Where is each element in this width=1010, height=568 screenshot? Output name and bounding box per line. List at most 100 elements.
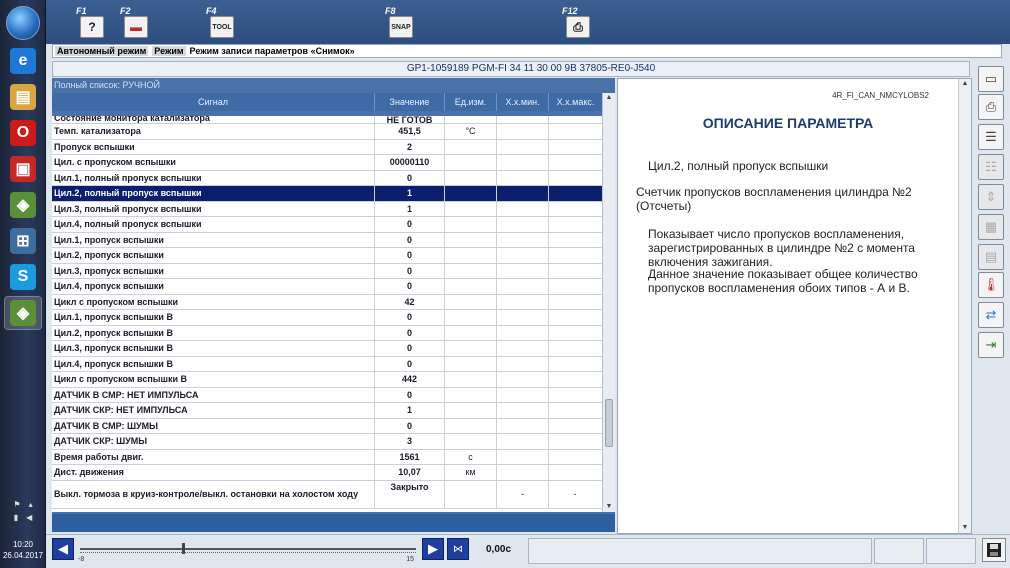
list-select-icon[interactable]: ☰ — [978, 124, 1004, 150]
row-max — [549, 341, 601, 356]
taskbar-explorer-button[interactable]: ▤ — [4, 80, 42, 114]
header-signal[interactable]: Сигнал — [52, 93, 375, 111]
taskbar-app-red-button[interactable]: ▣ — [4, 152, 42, 186]
table-row[interactable]: Цил.1, пропуск вспышки B0 — [52, 310, 602, 326]
flag-icon[interactable]: ⚑ — [13, 500, 20, 509]
table-row[interactable]: Цил.2, пропуск вспышки 0 — [52, 248, 602, 264]
row-min — [497, 372, 549, 387]
prev-frame-button[interactable]: ◀ — [52, 538, 74, 560]
row-max — [549, 434, 601, 449]
save-icon[interactable] — [982, 538, 1006, 562]
row-max — [549, 233, 601, 248]
f2-vehicle-button[interactable]: F2 ▬ — [118, 6, 150, 40]
row-signal: ДАТЧИК В СМР: НЕТ ИМПУЛЬСА — [52, 387, 375, 402]
header-min[interactable]: Х.х.мин. — [497, 93, 549, 111]
row-signal: Цил.4, пропуск вспышки B — [52, 356, 375, 371]
header-value[interactable]: Значение — [375, 93, 445, 111]
scroll-down-icon[interactable]: ▼ — [604, 502, 614, 512]
table-row[interactable]: Темп. катализатора 451,5 °C — [52, 124, 602, 140]
slider-max-label: 15 — [406, 556, 414, 563]
list-scrollbar[interactable]: ▲ ▼ — [602, 93, 615, 512]
desc-scroll-down-icon[interactable]: ▼ — [960, 523, 970, 533]
table-row[interactable]: Цил.4, полный пропуск вспышки 0 — [52, 217, 602, 233]
parameter-name: Цил.2, полный пропуск вспышки — [648, 159, 829, 173]
table-row[interactable]: Цил.2, пропуск вспышки B0 — [52, 325, 602, 341]
table-row[interactable]: Пропуск вспышки 2 — [52, 139, 602, 155]
next-frame-button[interactable]: ▶ — [422, 538, 444, 560]
header-max[interactable]: Х.х.макс. — [549, 93, 602, 111]
slider-knob[interactable] — [182, 543, 186, 554]
scroll-up-icon[interactable]: ▲ — [604, 93, 614, 103]
table-row[interactable]: Состояние монитора катализатора НЕ ГОТОВ — [52, 116, 602, 124]
jump-trigger-button[interactable]: ⋈ — [447, 538, 469, 560]
desc-scroll-up-icon[interactable]: ▲ — [960, 79, 970, 89]
row-max: - — [573, 489, 577, 499]
row-value: 1561 — [375, 449, 445, 464]
row-unit — [445, 116, 497, 123]
row-unit — [445, 418, 497, 433]
table-row[interactable]: ДАТЧИК СКР: ШУМЫ 3 — [52, 434, 602, 450]
description-scrollbar[interactable]: ▲ ▼ — [958, 79, 971, 533]
list-view-icon[interactable]: ☷ — [978, 154, 1004, 180]
row-unit — [445, 310, 497, 325]
f12-print-button[interactable]: F12 ⎙ — [560, 6, 592, 40]
row-value: 0 — [375, 341, 445, 356]
table-row[interactable]: Цил.4, пропуск вспышки 0 — [52, 279, 602, 295]
f4-label: F4 — [206, 6, 217, 16]
clock-date[interactable]: 26.04.2017 — [0, 551, 46, 560]
clock-time[interactable]: 10:20 — [0, 540, 46, 549]
table-row[interactable]: Цил.1, пропуск вспышки 0 — [52, 232, 602, 248]
car-icon: ▬ — [124, 16, 148, 38]
taskbar-skype-button[interactable]: S — [4, 260, 42, 294]
grid-icon[interactable]: ▦ — [978, 214, 1004, 240]
volume-icon[interactable]: ◀ — [26, 513, 32, 522]
table-row[interactable]: Дист. движения 10,07 км — [52, 465, 602, 481]
sort-icon[interactable]: ⇕ — [978, 184, 1004, 210]
row-max — [549, 116, 601, 123]
table-row[interactable]: Цикл с пропуском вспышки B 442 — [52, 372, 602, 388]
table-row[interactable]: Цил.3, полный пропуск вспышки 1 — [52, 201, 602, 217]
printer-icon[interactable]: ⎙ — [978, 94, 1004, 120]
row-unit — [445, 170, 497, 185]
table-row[interactable]: ДАТЧИК В СМР: НЕТ ИМПУЛЬСА 0 — [52, 387, 602, 403]
table-row[interactable]: Цил.3, пропуск вспышки 0 — [52, 263, 602, 279]
table-row[interactable]: Цил.1, полный пропуск вспышки 0 — [52, 170, 602, 186]
f4-tool-button[interactable]: F4 TOOL — [204, 6, 236, 40]
open-folder-icon[interactable]: ▭ — [978, 66, 1004, 92]
scroll-thumb[interactable] — [605, 399, 613, 447]
start-button[interactable] — [6, 6, 40, 40]
slider-min-label: -8 — [78, 556, 85, 563]
table-row[interactable]: Цил.4, пропуск вспышки B0 — [52, 356, 602, 372]
taskbar-network-tool-button[interactable]: ⊞ — [4, 224, 42, 258]
taskbar-hds-active-button[interactable]: ◈ — [4, 296, 42, 330]
thermometer-icon[interactable]: 🌡 — [978, 272, 1004, 298]
row-unit: с — [445, 449, 497, 464]
table-row[interactable]: Цикл с пропуском вспышки 42 — [52, 294, 602, 310]
taskbar-opera-button[interactable]: O — [4, 116, 42, 150]
row-value: 42 — [375, 294, 445, 309]
graph-icon[interactable]: ▤ — [978, 244, 1004, 270]
f8-snap-button[interactable]: F8 SNAP — [383, 6, 415, 40]
mode-standalone[interactable]: Автономный режим — [55, 46, 149, 56]
table-row[interactable]: ДАТЧИК СКР: НЕТ ИМПУЛЬСА 1 — [52, 403, 602, 419]
export-icon[interactable]: ⇄ — [978, 302, 1004, 328]
taskbar-ie-button[interactable]: e — [4, 44, 42, 78]
table-row[interactable]: Цил. с пропуском вспышки 00000110 — [52, 155, 602, 171]
timeline-slider[interactable]: -8 15 — [78, 540, 418, 564]
taskbar-hds-button[interactable]: ◈ — [4, 188, 42, 222]
chevron-up-icon[interactable]: ▴ — [29, 500, 33, 509]
parameter-counter: Счетчик пропусков воспламенения цилиндра… — [636, 185, 912, 213]
network-icon[interactable]: ▮ — [14, 513, 18, 522]
table-row[interactable]: Время работы двиг. 1561 с — [52, 449, 602, 465]
f1-help-button[interactable]: F1 ? — [74, 6, 106, 40]
table-row[interactable]: Цил.3, пропуск вспышки B0 — [52, 341, 602, 357]
table-row[interactable]: Выкл. тормоза в круиз-контроле/выкл. ост… — [52, 480, 602, 509]
exit-icon[interactable]: ⇥ — [978, 332, 1004, 358]
row-value: 0 — [375, 310, 445, 325]
header-unit[interactable]: Ед.изм. — [445, 93, 497, 111]
mode-generic[interactable]: Режим — [152, 46, 186, 56]
table-row[interactable]: ДАТЧИК В СМР: ШУМЫ 0 — [52, 418, 602, 434]
right-toolbar: ▭ ⎙ ☰ ☷ ⇕ ▦ ▤ 🌡 ⇄ ⇥ — [976, 62, 1010, 532]
table-row[interactable]: Цил.2, полный пропуск вспышки 1 — [52, 186, 602, 202]
row-value: 0 — [375, 279, 445, 294]
